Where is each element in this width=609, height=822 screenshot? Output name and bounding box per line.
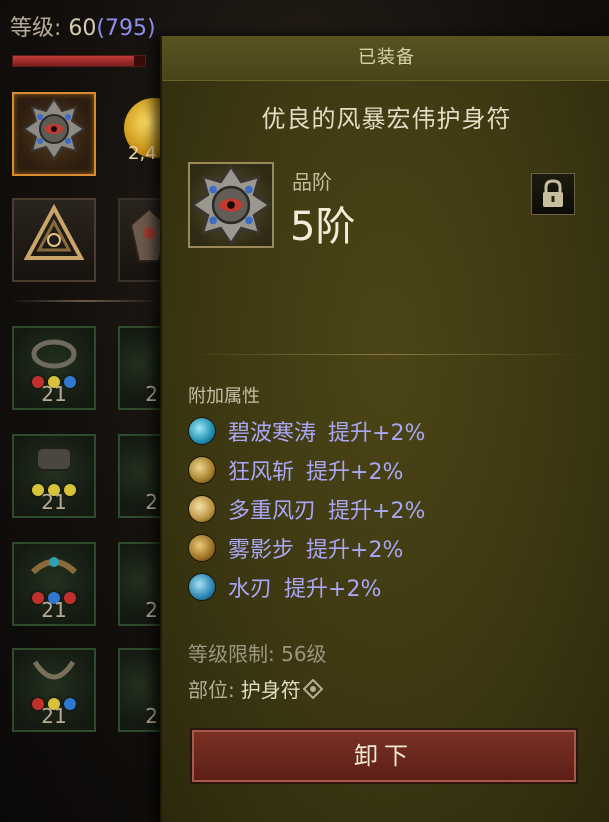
slot-label: 部位:	[188, 678, 235, 702]
item-icon-frame	[188, 162, 274, 248]
item-count: 21	[41, 704, 67, 728]
ring-icon	[31, 339, 77, 369]
inventory-slot-8[interactable]: 2	[118, 648, 162, 732]
water-wave-icon	[188, 416, 216, 445]
inventory-slot-1[interactable]: 21	[12, 326, 96, 410]
character-level: 等级: 60(795)	[10, 10, 156, 42]
affix-row: 碧波寒涛 提升+2%	[188, 411, 425, 450]
lock-icon	[543, 179, 563, 207]
gale-slash-icon	[188, 455, 216, 484]
level-label: 等级:	[10, 16, 62, 41]
paragon-level: (795)	[96, 16, 156, 41]
amulet-icon	[190, 164, 272, 246]
affix-effect: 提升+2%	[284, 576, 382, 602]
affix-effect: 提升+2%	[328, 420, 426, 446]
equipped-status: 已装备	[162, 36, 609, 81]
inventory-slot-partial[interactable]	[118, 198, 169, 282]
mist-step-icon	[188, 533, 216, 562]
lock-button[interactable]	[531, 173, 575, 215]
affix-row: 水刃 提升+2%	[188, 567, 425, 606]
affix-skill: 水刃	[228, 576, 273, 602]
inventory-slot-5[interactable]: 2	[118, 326, 162, 410]
item-count: 2	[145, 490, 158, 514]
necklace-icon	[32, 660, 76, 680]
item-count: 21	[41, 382, 67, 406]
inventory-slot-2[interactable]: 21	[12, 434, 96, 518]
item-count: 2	[145, 704, 158, 728]
level-value: 60	[68, 16, 97, 41]
affix-row: 雾影步 提升+2%	[188, 528, 425, 567]
item-tooltip: 已装备 优良的风暴宏伟护身符 品阶 5阶 附加属性 碧波寒涛 提升+2% 狂风斩…	[160, 36, 609, 822]
slot-value: 护身符	[240, 678, 301, 702]
affix-row: 狂风斩 提升+2%	[188, 450, 425, 489]
inventory-slot-6[interactable]: 2	[118, 434, 162, 518]
equipped-amulet-slot[interactable]	[12, 92, 96, 176]
affix-skill: 碧波寒涛	[228, 420, 317, 446]
amulet-slot-icon	[302, 678, 323, 699]
currency-amount: 2,4	[128, 143, 157, 164]
item-count: 21	[41, 598, 67, 622]
affix-effect: 提升+2%	[328, 498, 426, 524]
bracer-icon	[36, 447, 72, 471]
section-divider	[186, 354, 587, 355]
affix-effect: 提升+2%	[306, 459, 404, 485]
affix-skill: 狂风斩	[228, 459, 295, 485]
affix-list: 碧波寒涛 提升+2% 狂风斩 提升+2% 多重风刃 提升+2% 雾影步 提升+2…	[188, 411, 425, 606]
triangle-sigil-icon	[23, 204, 85, 261]
inventory-slot-3[interactable]: 21	[12, 542, 96, 626]
affix-row: 多重风刃 提升+2%	[188, 489, 425, 528]
health-bar	[12, 55, 146, 67]
unequip-button[interactable]: 卸下	[192, 730, 576, 782]
item-count: 2	[145, 598, 158, 622]
level-requirement: 等级限制: 56级	[188, 642, 327, 666]
affix-section-title: 附加属性	[188, 386, 260, 407]
affix-skill: 雾影步	[228, 537, 295, 563]
amulet-icon	[22, 97, 86, 161]
inventory-slot-triangle[interactable]	[12, 198, 96, 282]
inventory-slot-7[interactable]: 2	[118, 542, 162, 626]
grade-value: 5阶	[290, 204, 356, 250]
game-screen: 等级: 60(795) 2,4 21 21 21 21 2 2 2 2 已装备 …	[0, 0, 609, 822]
affix-effect: 提升+2%	[306, 537, 404, 563]
equip-slot-line: 部位: 护身符	[188, 674, 323, 703]
belt-icon	[30, 557, 78, 575]
item-count: 2	[145, 382, 158, 406]
grade-label: 品阶	[292, 170, 332, 194]
multi-wind-blade-icon	[188, 494, 216, 523]
item-count: 21	[41, 490, 67, 514]
water-blade-icon	[188, 572, 216, 601]
inventory-slot-4[interactable]: 21	[12, 648, 96, 732]
currency-slot[interactable]: 2,4	[118, 90, 164, 166]
inventory-divider	[10, 300, 160, 302]
affix-skill: 多重风刃	[228, 498, 317, 524]
item-name: 优良的风暴宏伟护身符	[261, 105, 512, 133]
